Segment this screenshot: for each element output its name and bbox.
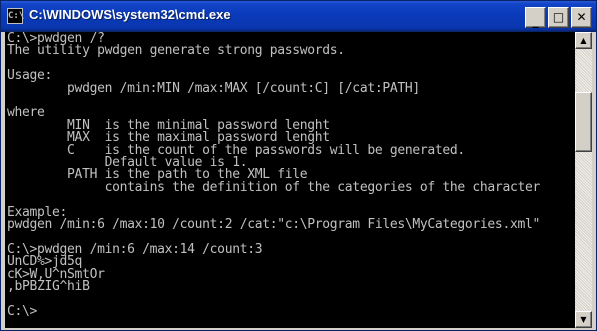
scroll-up-button[interactable]: ▲	[575, 32, 592, 49]
close-icon: ✕	[576, 10, 587, 24]
arrow-up-icon: ▲	[580, 36, 587, 45]
console-output[interactable]: C:\>pwdgen /? The utility pwdgen generat…	[5, 32, 575, 328]
window-frame-right	[592, 32, 596, 330]
console-line: ,bPBZIG^hiB	[7, 279, 90, 295]
console-line: pwdgen /min:6 /max:10 /count:2 /cat:"c:\…	[7, 217, 540, 233]
maximize-button[interactable]: □	[548, 7, 569, 28]
window-title: C:\WINDOWS\system32\cmd.exe	[29, 7, 231, 22]
maximize-icon: □	[552, 10, 565, 24]
console-line: pwdgen /min:MIN /max:MAX [/count:C] [/ca…	[7, 80, 420, 96]
minimize-button[interactable]: _	[525, 7, 546, 28]
window-frame-bottom	[1, 328, 596, 330]
title-bar[interactable]: C:\ C:\WINDOWS\system32\cmd.exe _ □ ✕	[1, 1, 596, 31]
scroll-thumb[interactable]	[575, 92, 592, 152]
arrow-down-icon: ▼	[580, 315, 587, 324]
console-text: C:\>pwdgen /? The utility pwdgen generat…	[7, 32, 541, 319]
console-line: The utility pwdgen generate strong passw…	[7, 43, 345, 59]
console-window: C:\ C:\WINDOWS\system32\cmd.exe _ □ ✕ C:…	[0, 0, 597, 331]
console-app-icon[interactable]: C:\	[7, 8, 24, 24]
console-line: C:\>	[7, 303, 38, 319]
minimize-icon: _	[532, 14, 539, 28]
close-button[interactable]: ✕	[571, 7, 592, 28]
scroll-down-button[interactable]: ▼	[575, 311, 592, 328]
console-line: contains the definition of the categorie…	[7, 179, 541, 195]
vertical-scrollbar[interactable]: ▲ ▼	[575, 32, 592, 328]
